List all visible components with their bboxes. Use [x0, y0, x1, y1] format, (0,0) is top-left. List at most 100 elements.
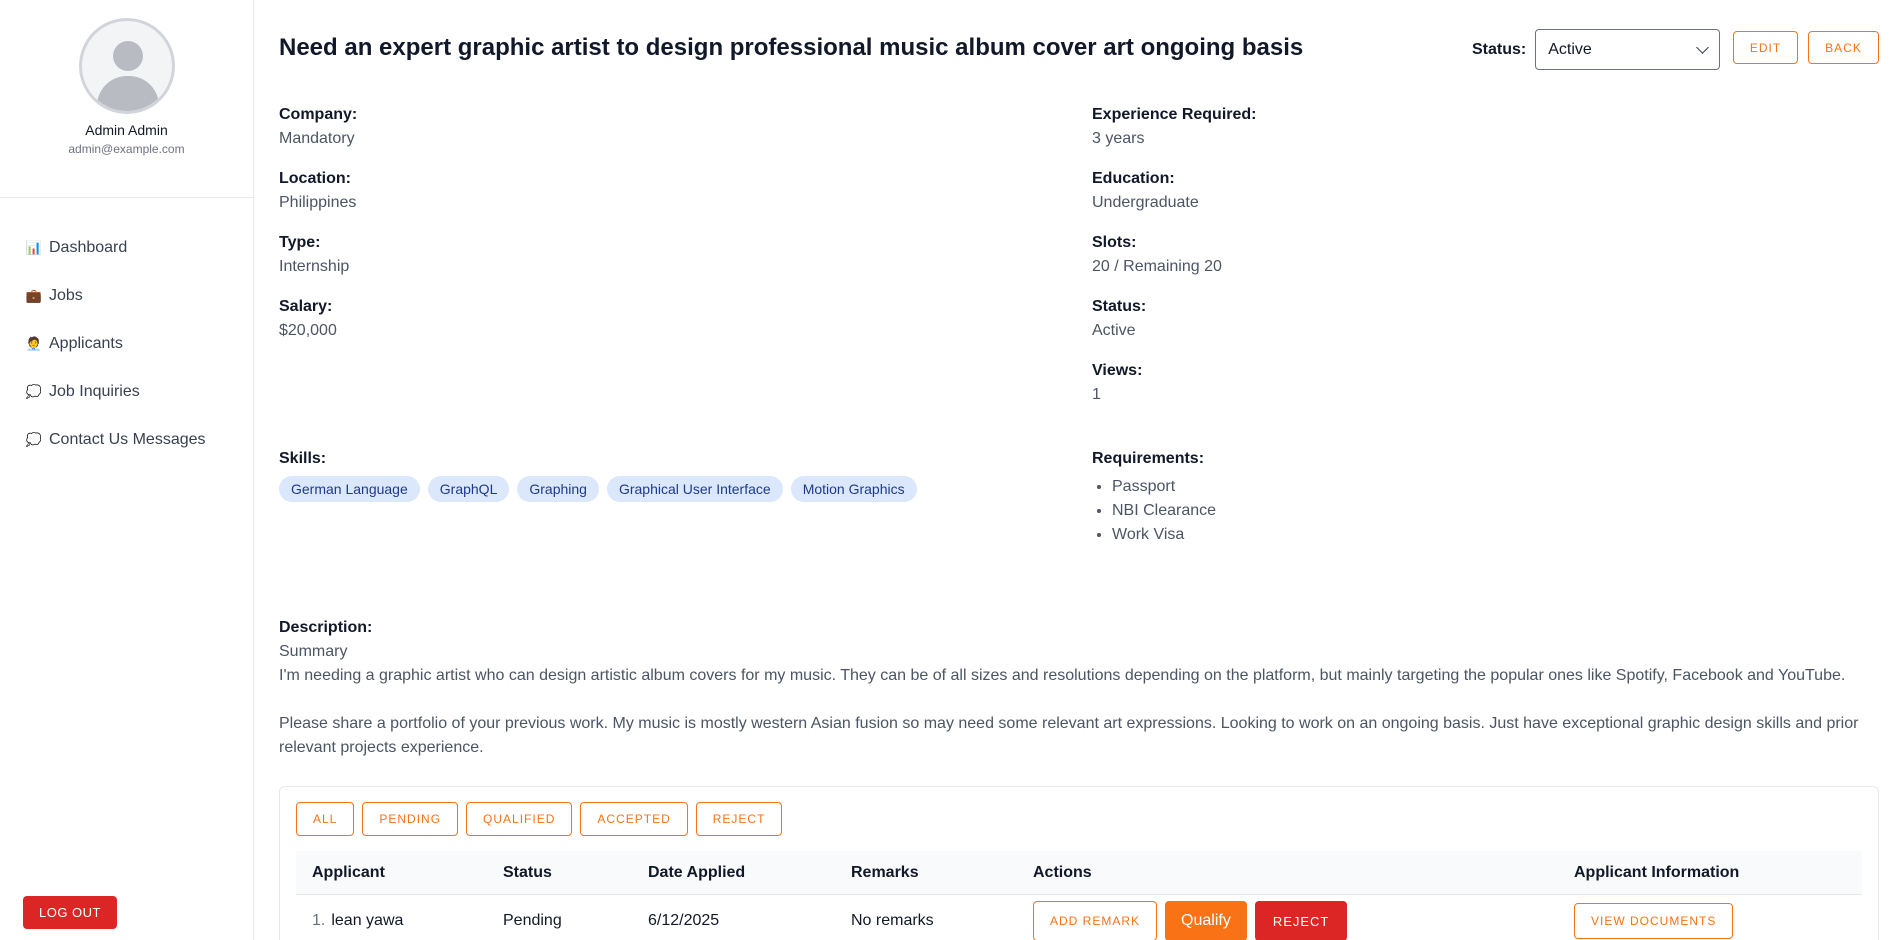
status-control: Status: Active — [1472, 29, 1721, 70]
logout-button[interactable]: LOG OUT — [23, 896, 117, 929]
description-line — [279, 688, 1869, 712]
requirements-list: Passport NBI Clearance Work Visa — [1092, 475, 1216, 547]
avatar-head — [112, 41, 143, 71]
sidebar-item-label: Job Inquiries — [49, 383, 140, 400]
sidebar-item-applicants[interactable]: 🧑‍💼 Applicants — [0, 320, 253, 368]
skill-chip: GraphQL — [427, 476, 510, 502]
column-header: Remarks — [851, 863, 919, 881]
field-education: Education: Undergraduate — [1092, 170, 1199, 212]
sidebar-item-contact-messages[interactable]: 💭 Contact Us Messages — [0, 416, 253, 464]
field-label: Salary: — [279, 298, 333, 315]
sidebar: Admin Admin admin@example.com 📊 Dashboar… — [0, 0, 254, 940]
status-select-value: Active — [1548, 40, 1592, 58]
field-location: Location: Philippines — [279, 170, 356, 212]
page-title: Need an expert graphic artist to design … — [279, 34, 1304, 61]
requirements-label: Requirements: — [1092, 450, 1205, 467]
field-value: 20 / Remaining 20 — [1092, 258, 1222, 275]
column-header: Actions — [1033, 863, 1092, 881]
reject-button[interactable]: REJECT — [1254, 901, 1348, 940]
field-value: Active — [1092, 322, 1136, 339]
chevron-down-icon — [1696, 41, 1710, 54]
table-row: 1. lean yawa Pending 6/12/2025 No remarks… — [296, 895, 1862, 940]
status-label: Status: — [1472, 40, 1527, 58]
main-content: Need an expert graphic artist to design … — [255, 0, 1890, 940]
sidebar-item-label: Contact Us Messages — [49, 431, 206, 448]
speech-bubble-icon: 💭 — [25, 384, 43, 399]
sidebar-item-jobs[interactable]: 💼 Jobs — [0, 272, 253, 320]
filter-accepted-button[interactable]: ACCEPTED — [580, 802, 688, 836]
field-label: Experience Required: — [1092, 106, 1257, 123]
field-type: Type: Internship — [279, 234, 349, 276]
actions-cell: ADD REMARK Qualify REJECT — [1033, 901, 1348, 940]
skills-section: Skills: German Language GraphQL Graphing… — [279, 450, 917, 502]
person-icon: 🧑‍💼 — [25, 336, 43, 351]
field-value: 3 years — [1092, 130, 1145, 147]
description-line: Please share a portfolio of your previou… — [279, 715, 1859, 756]
description-line: I'm needing a graphic artist who can des… — [279, 667, 1846, 684]
field-salary: Salary: $20,000 — [279, 298, 337, 340]
field-label: Slots: — [1092, 234, 1137, 251]
view-documents-button[interactable]: VIEW DOCUMENTS — [1574, 903, 1734, 939]
speech-bubble-icon: 💭 — [25, 432, 43, 447]
applicant-cell: 1. lean yawa — [312, 912, 403, 930]
description-section: Description: Summary I'm needing a graph… — [279, 619, 1869, 760]
back-button[interactable]: BACK — [1808, 31, 1879, 64]
column-header: Date Applied — [648, 863, 746, 881]
table-header: Applicant Status Date Applied Remarks Ac… — [296, 851, 1862, 895]
field-label: Education: — [1092, 170, 1175, 187]
requirement-item: Work Visa — [1112, 523, 1216, 547]
field-value: $20,000 — [279, 322, 337, 339]
briefcase-icon: 💼 — [25, 288, 43, 303]
field-company: Company: Mandatory — [279, 106, 357, 148]
avatar — [78, 18, 175, 114]
field-label: Location: — [279, 170, 351, 187]
sidebar-item-label: Dashboard — [49, 239, 128, 256]
field-value: 1 — [1092, 386, 1101, 403]
status-cell: Pending — [503, 912, 562, 929]
dashboard-icon: 📊 — [25, 240, 43, 255]
column-header: Applicant — [312, 863, 385, 881]
edit-button[interactable]: EDIT — [1733, 31, 1798, 64]
qualify-button[interactable]: Qualify — [1165, 901, 1247, 940]
field-experience: Experience Required: 3 years — [1092, 106, 1257, 148]
field-label: Type: — [279, 234, 321, 251]
skill-chip: Graphing — [517, 476, 599, 502]
applicant-info-cell: VIEW DOCUMENTS — [1574, 903, 1734, 939]
field-value: Internship — [279, 258, 350, 275]
filter-pending-button[interactable]: PENDING — [362, 802, 459, 836]
skills-label: Skills: — [279, 450, 327, 467]
add-remark-button[interactable]: ADD REMARK — [1033, 901, 1158, 940]
field-value: Philippines — [279, 194, 357, 211]
profile-email: admin@example.com — [68, 142, 185, 156]
filter-reject-button[interactable]: REJECT — [695, 802, 783, 836]
date-cell: 6/12/2025 — [648, 912, 720, 929]
filter-all-button[interactable]: ALL — [296, 802, 355, 836]
field-views: Views: 1 — [1092, 362, 1142, 404]
sidebar-item-job-inquiries[interactable]: 💭 Job Inquiries — [0, 368, 253, 416]
field-label: Views: — [1092, 362, 1143, 379]
applicants-card: ALL PENDING QUALIFIED ACCEPTED REJECT Ap… — [279, 786, 1879, 940]
field-label: Status: — [1092, 298, 1147, 315]
applicant-filters: ALL PENDING QUALIFIED ACCEPTED REJECT — [296, 802, 783, 836]
status-select[interactable]: Active — [1535, 29, 1721, 70]
sidebar-nav: 📊 Dashboard 💼 Jobs 🧑‍💼 Applicants 💭 Job … — [0, 198, 253, 464]
sidebar-item-label: Jobs — [49, 287, 83, 304]
description-line: Summary — [279, 643, 348, 660]
remarks-cell: No remarks — [851, 912, 934, 929]
avatar-body — [96, 76, 159, 111]
sidebar-item-dashboard[interactable]: 📊 Dashboard — [0, 224, 253, 272]
field-value: Mandatory — [279, 130, 355, 147]
skill-chip: Graphical User Interface — [606, 476, 783, 502]
requirement-item: Passport — [1112, 475, 1216, 499]
profile-name: Admin Admin — [85, 122, 168, 138]
skill-chip: Motion Graphics — [790, 476, 917, 502]
description-label: Description: — [279, 619, 373, 636]
column-header: Applicant Information — [1574, 863, 1740, 881]
filter-qualified-button[interactable]: QUALIFIED — [466, 802, 573, 836]
field-label: Company: — [279, 106, 358, 123]
skills-list: German Language GraphQL Graphing Graphic… — [279, 476, 917, 502]
column-header: Status — [503, 863, 552, 881]
skill-chip: German Language — [279, 476, 420, 502]
requirement-item: NBI Clearance — [1112, 499, 1216, 523]
requirements-section: Requirements: Passport NBI Clearance Wor… — [1092, 450, 1216, 547]
